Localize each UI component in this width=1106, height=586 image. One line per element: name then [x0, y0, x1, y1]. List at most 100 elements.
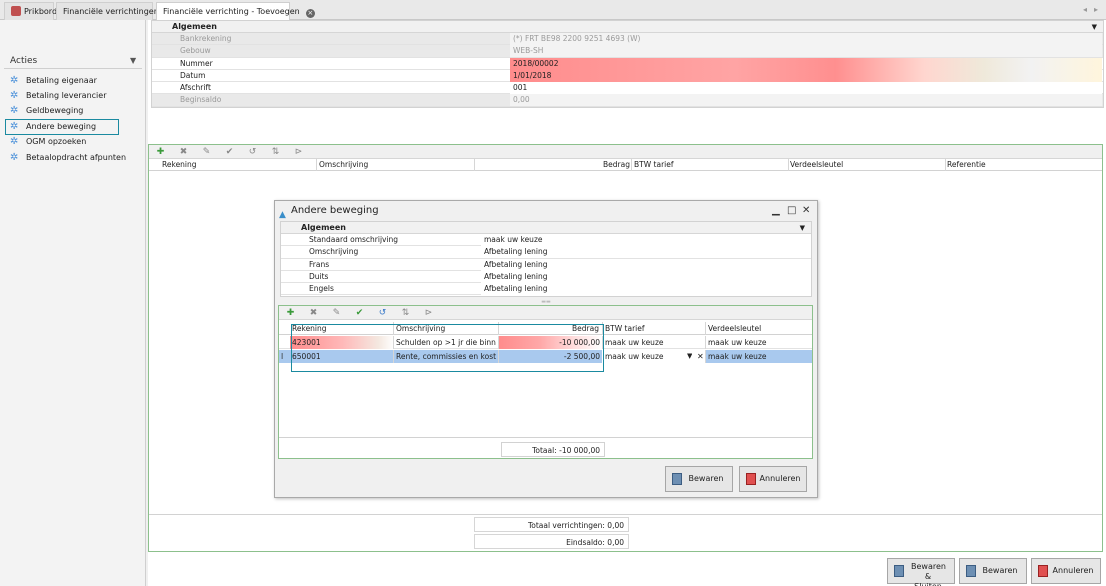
edit-icon[interactable]: ✎ [331, 308, 342, 318]
add-icon[interactable]: ✚ [285, 308, 296, 318]
column-verdeelsleutel[interactable]: Verdeelsleutel [708, 322, 761, 335]
column-omschrijving[interactable]: Omschrijving [319, 159, 368, 171]
cell-bedrag[interactable]: -2 500,00 [501, 350, 600, 363]
sidebar-item-geldbeweging[interactable]: ✲ Geldbeweging [10, 104, 83, 118]
standaard-omschrijving-field[interactable]: maak uw keuze [481, 234, 811, 246]
chevron-down-icon[interactable]: ▼ [687, 350, 692, 363]
cell-verdeelsleutel[interactable]: maak uw keuze [708, 336, 767, 349]
group-title: Algemeen [301, 223, 346, 232]
tab-scroll-right-icon[interactable]: ▸ [1094, 5, 1098, 14]
property-row-beginsaldo: Beginsaldo 0,00 [152, 94, 1103, 107]
chevron-down-icon[interactable]: ▼ [1092, 21, 1097, 33]
check-icon[interactable]: ✔ [354, 308, 365, 318]
property-value: WEB-SH [510, 45, 1102, 58]
property-label: Omschrijving [309, 247, 359, 257]
grid-column-header: Rekening Omschrijving Bedrag BTW tarief … [149, 159, 1102, 171]
dialog-cancel-button[interactable]: Annuleren [739, 466, 807, 492]
sidebar-item-label: Betaalopdracht afpunten [26, 153, 127, 162]
duits-field[interactable]: Afbetaling lening [481, 270, 811, 283]
nummer-field[interactable]: 2018/00002 [510, 57, 1102, 70]
sidebar-item-betaling-leverancier[interactable]: ✲ Betaling leverancier [10, 89, 106, 103]
frans-field[interactable]: Afbetaling lening [481, 258, 811, 271]
table-row[interactable]: 423001 Schulden op >1 jr die binnen ... … [279, 336, 812, 349]
tab-bar: Prikbord Financiële verrichtingen Financ… [0, 0, 1106, 20]
table-row-selected[interactable]: I 650001 Rente, commissies en kosten ...… [279, 350, 812, 363]
datum-field[interactable]: 1/01/2018 [510, 69, 1102, 82]
minimize-icon[interactable]: ▁ [772, 204, 780, 218]
dialog-total: Totaal: -10 000,00 [501, 442, 605, 457]
sort-icon[interactable]: ⇅ [400, 308, 411, 318]
column-omschrijving[interactable]: Omschrijving [396, 322, 445, 335]
tab-financiele-verrichting-toevoegen[interactable]: Financiële verrichting - Toevoegen × [156, 2, 315, 20]
property-row-nummer: Nummer 2018/00002 [152, 57, 1103, 70]
sidebar-header: Acties [10, 56, 38, 66]
sidebar-item-ogm-opzoeken[interactable]: ✲ OGM opzoeken [10, 135, 86, 149]
column-btw-tarief[interactable]: BTW tarief [605, 322, 645, 335]
sort-icon[interactable]: ⇅ [270, 147, 281, 157]
divider [4, 68, 142, 69]
property-label: Nummer [180, 58, 213, 68]
star-icon: ✲ [10, 152, 19, 163]
cell-verdeelsleutel[interactable]: maak uw keuze [708, 350, 767, 363]
eindsaldo: Eindsaldo: 0,00 [474, 534, 629, 549]
tab-label: Financiële verrichting - Toevoegen [163, 7, 300, 16]
cell-bedrag[interactable]: -10 000,00 [499, 336, 602, 349]
column-verdeelsleutel[interactable]: Verdeelsleutel [790, 159, 843, 171]
close-icon[interactable]: ✕ [802, 204, 810, 218]
cell-omschrijving[interactable]: Schulden op >1 jr die binnen ... [396, 336, 496, 349]
tab-prikbord[interactable]: Prikbord [4, 2, 57, 20]
cancel-button[interactable]: Annuleren [1031, 558, 1101, 584]
tab-scroll-left-icon[interactable]: ◂ [1083, 5, 1087, 14]
column-bedrag[interactable]: Bedrag [501, 322, 599, 335]
property-row-datum: Datum 1/01/2018 [152, 69, 1103, 83]
divider [149, 514, 1102, 515]
check-icon[interactable]: ✔ [224, 147, 235, 157]
splitter-handle[interactable]: ▬▬ [280, 299, 812, 305]
group-header[interactable]: Algemeen ▼ [152, 21, 1103, 33]
column-bedrag[interactable]: Bedrag [589, 159, 630, 171]
column-btw-tarief[interactable]: BTW tarief [634, 159, 674, 171]
edit-icon[interactable]: ✎ [201, 147, 212, 157]
sidebar-item-betaalopdracht-afpunten[interactable]: ✲ Betaalopdracht afpunten [10, 151, 126, 165]
save-icon [966, 565, 976, 577]
add-icon[interactable]: ✚ [155, 147, 166, 157]
clear-icon[interactable]: ✕ [697, 350, 704, 363]
property-row-engels: Engels Afbetaling lening [281, 283, 811, 296]
cell-rekening[interactable]: 650001 [292, 350, 321, 363]
cancel-icon [746, 473, 756, 485]
star-icon: ✲ [10, 90, 19, 101]
omschrijving-field[interactable]: Afbetaling lening [481, 246, 811, 259]
column-referentie[interactable]: Referentie [947, 159, 986, 171]
maximize-icon[interactable]: □ [787, 204, 796, 218]
column-rekening[interactable]: Rekening [162, 159, 197, 171]
cell-rekening[interactable]: 423001 [290, 336, 394, 349]
afschrift-field[interactable]: 001 [510, 82, 1102, 95]
save-close-button[interactable]: Bewaren & Sluiten (F3) [887, 558, 955, 586]
dialog-save-button[interactable]: Bewaren [665, 466, 733, 492]
chevron-down-icon[interactable]: ▼ [130, 56, 136, 65]
dialog-lines-grid: ✚ ✖ ✎ ✔ ↺ ⇅ ⊳ Rekening Omschrijving Bedr… [278, 305, 813, 459]
cell-omschrijving[interactable]: Rente, commissies en kosten ... [396, 350, 496, 363]
property-value: 0,00 [510, 94, 1102, 107]
column-rekening[interactable]: Rekening [292, 322, 327, 335]
chevron-down-icon[interactable]: ▼ [800, 222, 805, 234]
property-label: Afschrift [180, 83, 211, 93]
engels-field[interactable]: Afbetaling lening [481, 283, 811, 296]
close-icon[interactable]: × [305, 9, 315, 18]
filter-icon[interactable]: ⊳ [293, 147, 304, 157]
group-header[interactable]: Algemeen ▼ [281, 222, 811, 234]
tab-label: Financiële verrichtingen [63, 7, 159, 16]
cell-btw-tarief[interactable]: maak uw keuze [605, 336, 664, 349]
delete-icon[interactable]: ✖ [178, 147, 189, 157]
save-button[interactable]: Bewaren (F2) [959, 558, 1027, 584]
group-title: Algemeen [172, 22, 217, 31]
sidebar-item-andere-beweging[interactable]: ✲ Andere beweging [5, 119, 119, 135]
tab-financiele-verrichtingen[interactable]: Financiële verrichtingen [56, 2, 159, 20]
delete-icon[interactable]: ✖ [308, 308, 319, 318]
undo-icon[interactable]: ↺ [377, 308, 388, 318]
undo-icon[interactable]: ↺ [247, 147, 258, 157]
dialog-titlebar[interactable]: ▲ Andere beweging ▁ □ ✕ [275, 201, 817, 221]
sidebar-item-label: OGM opzoeken [26, 137, 87, 146]
sidebar-item-betaling-eigenaar[interactable]: ✲ Betaling eigenaar [10, 74, 97, 88]
filter-icon[interactable]: ⊳ [423, 308, 434, 318]
